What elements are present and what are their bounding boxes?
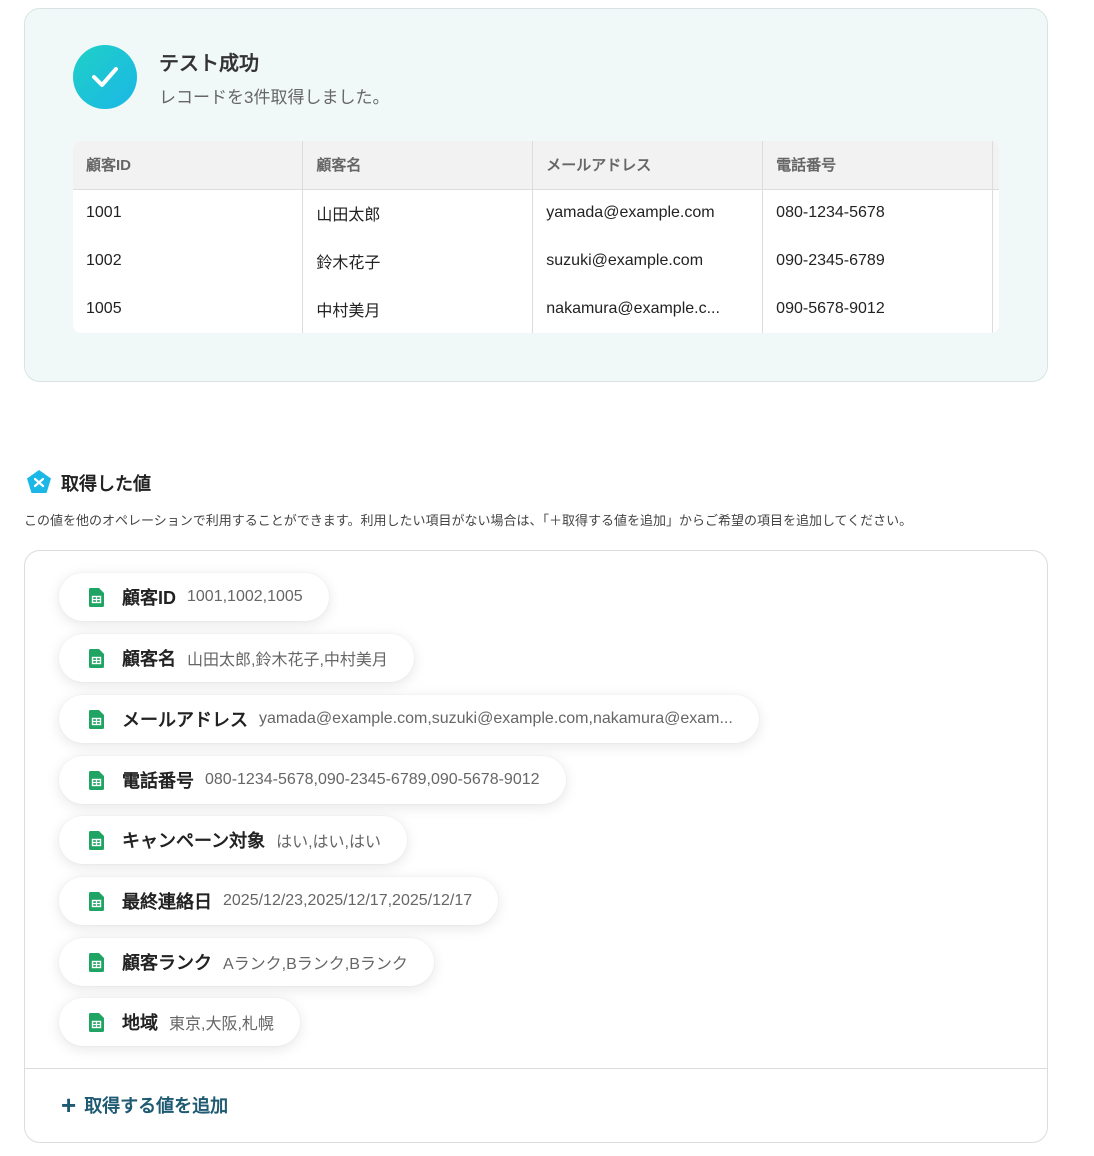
column-header: 電話番号 [762,141,994,190]
table-cell: は [992,285,999,333]
yoom-logo-icon [27,470,51,493]
value-preview: はい,はい,はい [276,834,382,851]
value-preview: 東京,大阪,札幌 [169,1016,274,1033]
value-chip[interactable]: 最終連絡日 2025/12/23,2025/12/17,2025/12/17 [59,877,499,925]
value-preview: 2025/12/23,2025/12/17,2025/12/17 [223,892,473,909]
plus-icon: + [61,1090,77,1120]
spreadsheet-icon [89,891,104,911]
spreadsheet-icon [89,709,104,729]
table-row: 1002 鈴木花子 suzuki@example.com 090-2345-67… [73,237,999,285]
column-header: 顧客ID [73,141,304,190]
spreadsheet-icon [89,952,104,972]
spreadsheet-icon [89,770,104,790]
value-label: 最終連絡日 [122,892,212,912]
value-label: メールアドレス [122,710,248,730]
table-cell: 山田太郎 [302,189,534,237]
value-chip[interactable]: 電話番号 080-1234-5678,090-2345-6789,090-567… [59,756,566,804]
value-chip[interactable]: 地域 東京,大阪,札幌 [59,998,300,1046]
spreadsheet-icon [89,648,104,668]
table-cell: 080-1234-5678 [762,189,994,237]
value-label: 顧客名 [122,649,176,669]
section-title: 取得した値 [61,474,151,494]
table-cell: 1001 [73,189,304,237]
value-label: 顧客ランク [122,953,212,973]
value-preview: 080-1234-5678,090-2345-6789,090-5678-901… [205,771,540,788]
test-success-panel: テスト成功 レコードを3件取得しました。 顧客ID 顧客名 メールアドレス 電話… [24,8,1048,382]
value-chip[interactable]: 顧客名 山田太郎,鈴木花子,中村美月 [59,634,414,682]
check-icon [73,45,137,109]
success-title: テスト成功 [159,53,259,75]
spreadsheet-icon [89,830,104,850]
table-cell: 鈴木花子 [302,237,534,285]
value-label: 電話番号 [122,771,194,791]
table-cell: 090-5678-9012 [762,285,994,333]
table-cell: 中村美月 [302,285,534,333]
value-chip[interactable]: 顧客ランク Aランク,Bランク,Bランク [59,938,434,986]
divider [25,1068,1047,1069]
value-chip[interactable]: メールアドレス yamada@example.com,suzuki@exampl… [59,695,759,743]
table-cell: 090-2345-6789 [762,237,994,285]
column-header: メールアドレス [532,141,764,190]
records-table: 顧客ID 顧客名 メールアドレス 電話番号 キ 1001 山田太郎 yamada… [73,141,999,333]
table-cell: 1002 [73,237,304,285]
value-preview: 1001,1002,1005 [187,588,303,605]
section-description: この値を他のオペレーションで利用することができます。利用したい項目がない場合は、… [24,513,913,528]
table-cell: nakamura@example.c... [532,285,764,333]
table-cell: 1005 [73,285,304,333]
column-header: キ [992,141,999,190]
table-row: 1005 中村美月 nakamura@example.c... 090-5678… [73,285,999,333]
value-preview: Aランク,Bランク,Bランク [223,956,408,973]
value-preview: 山田太郎,鈴木花子,中村美月 [187,652,388,669]
spreadsheet-icon [89,1012,104,1032]
value-label: キャンペーン対象 [122,831,266,851]
success-subtitle: レコードを3件取得しました。 [159,88,390,107]
spreadsheet-icon [89,587,104,607]
add-value-button[interactable]: + 取得する値を追加 [61,1092,228,1118]
table-cell: は [992,237,999,285]
value-label: 地域 [122,1013,158,1033]
table-cell: は [992,189,999,237]
table-header-row: 顧客ID 顧客名 メールアドレス 電話番号 キ [73,141,999,190]
table-cell: suzuki@example.com [532,237,764,285]
retrieved-values-panel: 顧客ID 1001,1002,1005 顧客名 山田太郎,鈴木花子,中村美月 メ… [24,550,1048,1143]
value-preview: yamada@example.com,suzuki@example.com,na… [259,710,733,727]
table-row: 1001 山田太郎 yamada@example.com 080-1234-56… [73,189,999,237]
value-chip[interactable]: 顧客ID 1001,1002,1005 [59,573,329,621]
value-label: 顧客ID [122,588,176,608]
value-chip[interactable]: キャンペーン対象 はい,はい,はい [59,816,408,864]
column-header: 顧客名 [302,141,534,190]
table-cell: yamada@example.com [532,189,764,237]
add-value-label: 取得する値を追加 [84,1096,229,1116]
